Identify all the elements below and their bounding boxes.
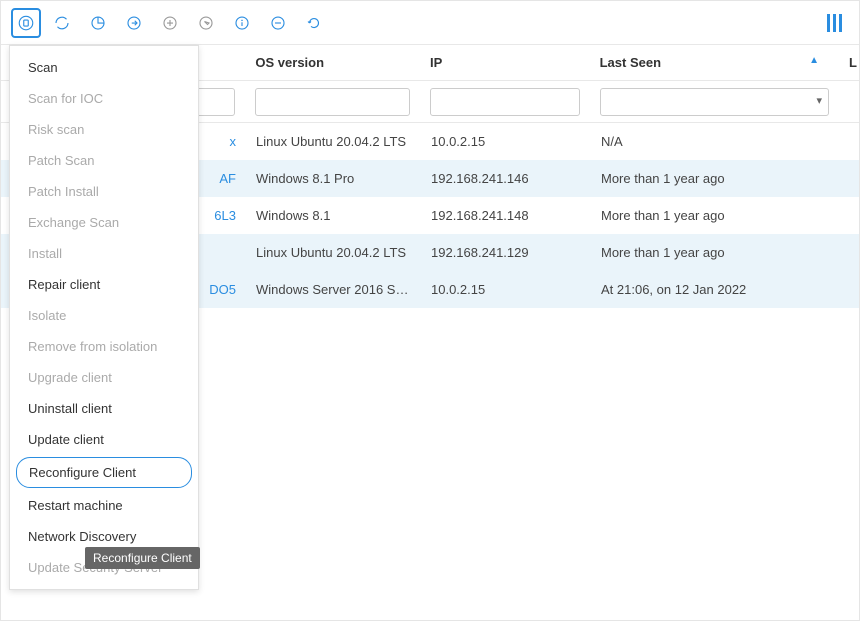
column-menu-button[interactable] (819, 8, 849, 38)
info-circle-button[interactable] (227, 8, 257, 38)
add-disabled-icon (161, 14, 179, 32)
tasks-icon (17, 14, 35, 32)
tasks-dropdown-menu: ScanScan for IOCRisk scanPatch ScanPatch… (9, 45, 199, 590)
endpoint-name-link[interactable]: 6L3 (214, 208, 236, 223)
column-header-ip[interactable]: IP (420, 55, 590, 70)
pie-icon (89, 14, 107, 32)
column-header-os[interactable]: OS version (245, 55, 420, 70)
cell-lastseen: More than 1 year ago (591, 208, 841, 223)
cursor-circle-button (191, 8, 221, 38)
cell-os: Linux Ubuntu 20.04.2 LTS (246, 134, 421, 149)
add-disabled-button (155, 8, 185, 38)
refresh-button[interactable] (47, 8, 77, 38)
cell-ip: 192.168.241.146 (421, 171, 591, 186)
menu-item-exchange-scan: Exchange Scan (10, 207, 198, 238)
cell-ip: 192.168.241.148 (421, 208, 591, 223)
cell-os: Windows 8.1 Pro (246, 171, 421, 186)
assign-button[interactable] (119, 8, 149, 38)
menu-item-isolate: Isolate (10, 300, 198, 331)
cell-ip: 10.0.2.15 (421, 282, 591, 297)
content-area: OS version IP Last Seen ▲ L x Linux Ubunt… (1, 45, 859, 620)
cell-lastseen: At 21:06, on 12 Jan 2022 (591, 282, 841, 297)
menu-item-uninstall-client[interactable]: Uninstall client (10, 393, 198, 424)
cell-os: Windows Server 2016 Sta... (246, 282, 421, 297)
filter-lastseen-select[interactable] (600, 88, 829, 116)
column-header-extra[interactable]: L (839, 55, 859, 70)
minus-circle-button[interactable] (263, 8, 293, 38)
column-header-lastseen-label: Last Seen (600, 55, 661, 70)
filter-ip-input[interactable] (430, 88, 580, 116)
menu-item-reconfigure-client[interactable]: Reconfigure Client (16, 457, 192, 488)
cell-ip: 192.168.241.129 (421, 245, 591, 260)
menu-item-patch-scan: Patch Scan (10, 145, 198, 176)
menu-item-upgrade-client: Upgrade client (10, 362, 198, 393)
cell-lastseen: More than 1 year ago (591, 171, 841, 186)
toolbar (1, 1, 859, 45)
menu-item-install: Install (10, 238, 198, 269)
menu-item-scan-for-ioc: Scan for IOC (10, 83, 198, 114)
reports-button[interactable] (83, 8, 113, 38)
cell-lastseen: More than 1 year ago (591, 245, 841, 260)
menu-item-scan[interactable]: Scan (10, 52, 198, 83)
menu-item-patch-install: Patch Install (10, 176, 198, 207)
minus-circle-icon (269, 14, 287, 32)
sort-ascending-icon: ▲ (809, 55, 819, 66)
reload-button[interactable] (299, 8, 329, 38)
cursor-circle-icon (197, 14, 215, 32)
endpoint-name-link[interactable]: AF (219, 171, 236, 186)
tasks-menu-button[interactable] (11, 8, 41, 38)
cell-os: Windows 8.1 (246, 208, 421, 223)
tooltip: Reconfigure Client (85, 547, 200, 569)
menu-item-repair-client[interactable]: Repair client (10, 269, 198, 300)
endpoint-name-link[interactable]: DO5 (209, 282, 236, 297)
endpoint-name-link[interactable]: x (230, 134, 237, 149)
filter-os-input[interactable] (255, 88, 410, 116)
refresh-icon (53, 14, 71, 32)
menu-item-remove-from-isolation: Remove from isolation (10, 331, 198, 362)
cell-ip: 10.0.2.15 (421, 134, 591, 149)
cell-os: Linux Ubuntu 20.04.2 LTS (246, 245, 421, 260)
columns-icon (827, 14, 842, 32)
info-circle-icon (233, 14, 251, 32)
menu-item-restart-machine[interactable]: Restart machine (10, 490, 198, 521)
reload-icon (305, 14, 323, 32)
column-header-lastseen[interactable]: Last Seen ▲ (590, 55, 839, 70)
cell-lastseen: N/A (591, 134, 841, 149)
arrow-circle-icon (125, 14, 143, 32)
menu-item-risk-scan: Risk scan (10, 114, 198, 145)
menu-item-update-client[interactable]: Update client (10, 424, 198, 455)
